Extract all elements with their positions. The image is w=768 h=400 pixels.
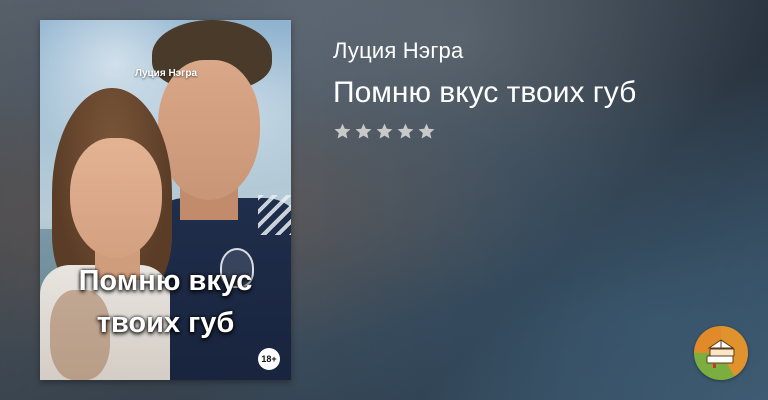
book-stack-icon[interactable]	[694, 326, 748, 380]
cover-title-line-1: Помню вкус	[78, 265, 253, 297]
cover-woman-face	[70, 138, 162, 258]
cover-man-face	[158, 60, 260, 200]
star-icon	[396, 122, 415, 141]
rating-stars	[333, 122, 436, 141]
book-author[interactable]: Луция Нэгра	[333, 38, 463, 64]
cover-title-line-2: твоих губ	[96, 307, 235, 339]
cover-title: Помню вкус твоих губ	[40, 260, 291, 344]
star-icon	[333, 122, 352, 141]
book-stack-icon-glyph	[706, 339, 735, 368]
cover-author: Луция Нэгра	[134, 68, 198, 79]
star-icon	[417, 122, 436, 141]
star-icon	[354, 122, 373, 141]
cover-shirt-stripes	[258, 195, 291, 235]
star-icon	[375, 122, 394, 141]
age-rating-badge: 18+	[258, 348, 280, 370]
book-title[interactable]: Помню вкус твоих губ	[333, 76, 636, 110]
book-cover[interactable]: Луция Нэгра Помню вкус твоих губ 18+	[40, 20, 291, 380]
